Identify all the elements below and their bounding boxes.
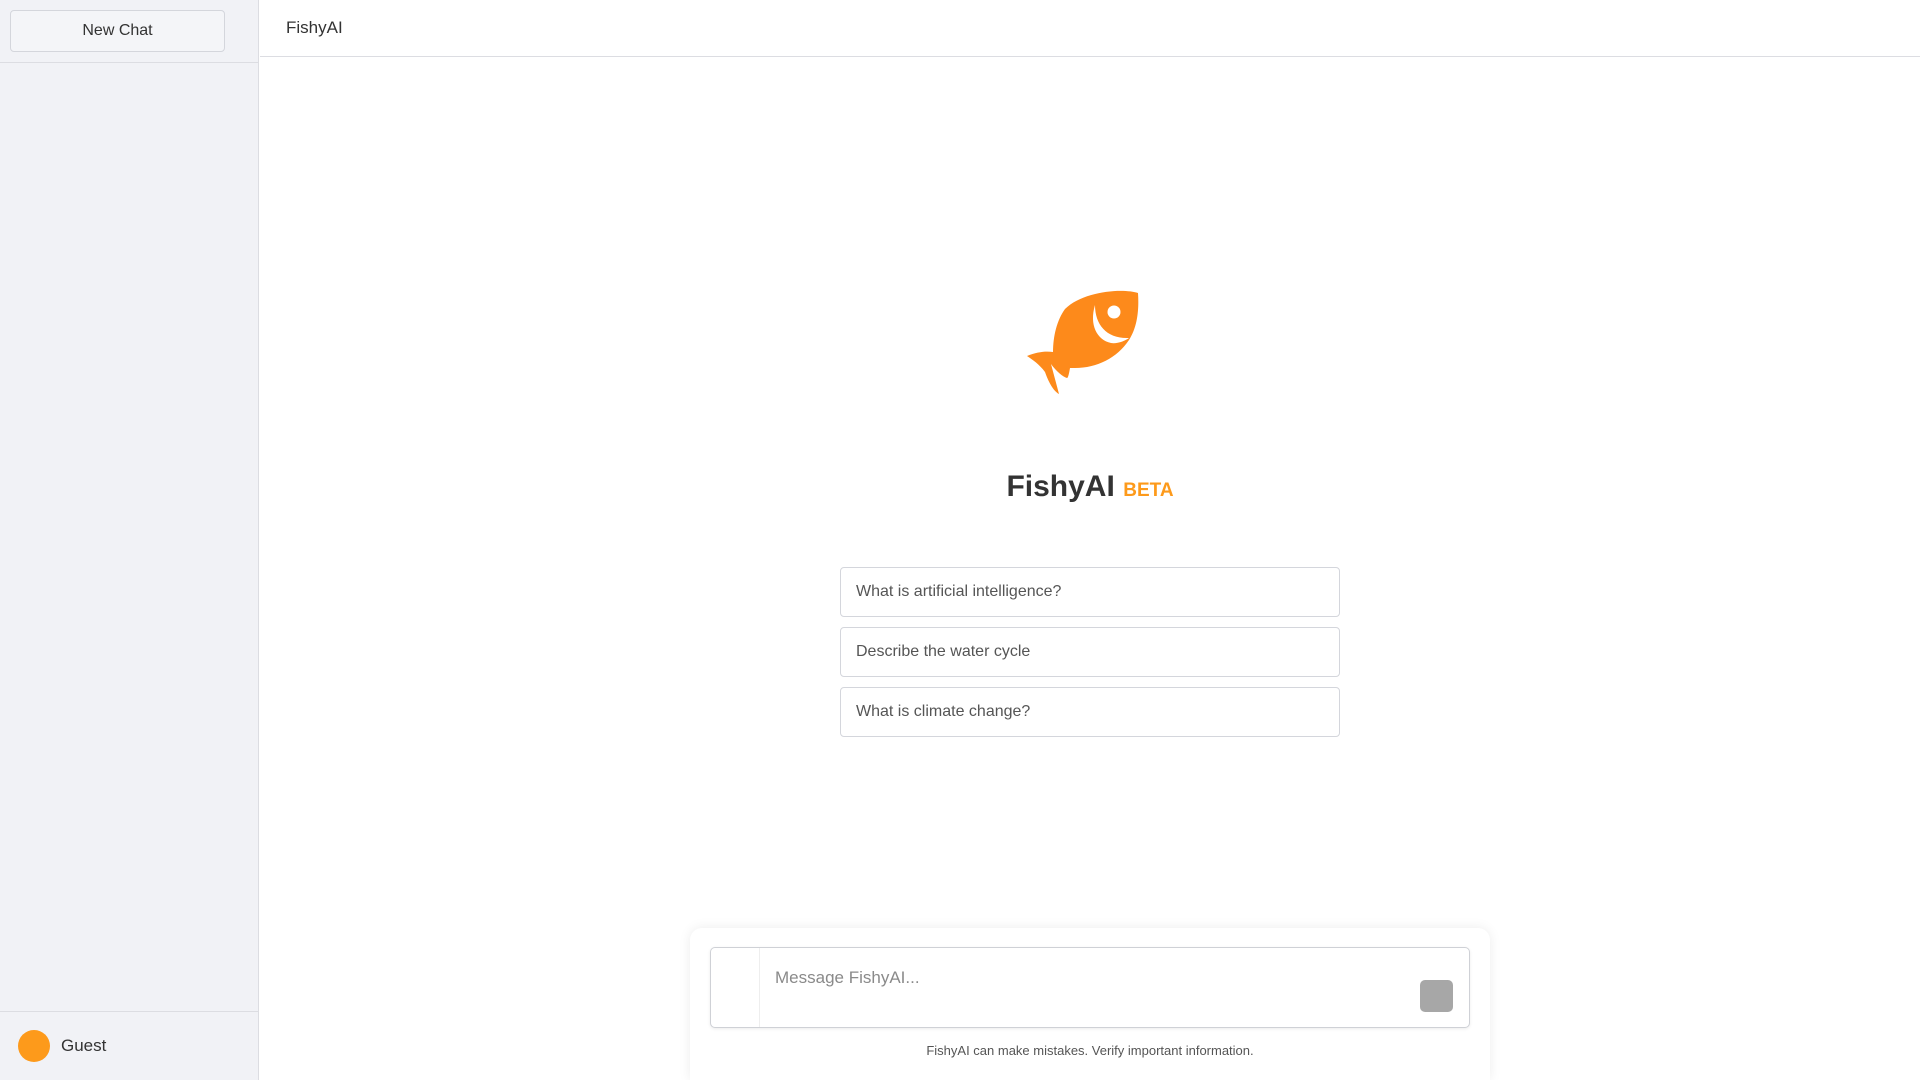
message-box — [710, 947, 1470, 1028]
message-input[interactable] — [775, 958, 1395, 998]
hero-title: FishyAI BETA — [260, 470, 1920, 504]
suggestion-list: What is artificial intelligence? Describ… — [840, 567, 1340, 747]
user-profile[interactable]: Guest — [0, 1011, 259, 1080]
top-bar: FishyAI — [260, 0, 1920, 57]
fish-icon — [1027, 290, 1139, 394]
beta-badge: BETA — [1123, 480, 1174, 501]
sidebar: New Chat Guest — [0, 0, 259, 1080]
composer: FishyAI can make mistakes. Verify import… — [690, 928, 1490, 1080]
app-name: FishyAI — [1006, 470, 1115, 503]
disclaimer-text: FishyAI can make mistakes. Verify import… — [926, 1043, 1254, 1058]
main-panel: FishyAI FishyAI BETA What is artificial … — [260, 0, 1920, 1080]
page-title: FishyAI — [286, 18, 343, 37]
sidebar-header: New Chat — [0, 0, 258, 63]
attach-area[interactable] — [711, 948, 760, 1027]
app-window: New Chat Guest FishyAI FishyAI BETA What… — [0, 0, 1920, 1080]
new-chat-button[interactable]: New Chat — [10, 10, 225, 52]
user-name: Guest — [61, 1036, 107, 1055]
suggestion-button[interactable]: What is climate change? — [840, 687, 1340, 737]
suggestion-button[interactable]: Describe the water cycle — [840, 627, 1340, 677]
suggestion-button[interactable]: What is artificial intelligence? — [840, 567, 1340, 617]
send-button[interactable] — [1420, 980, 1453, 1012]
avatar — [18, 1030, 50, 1062]
